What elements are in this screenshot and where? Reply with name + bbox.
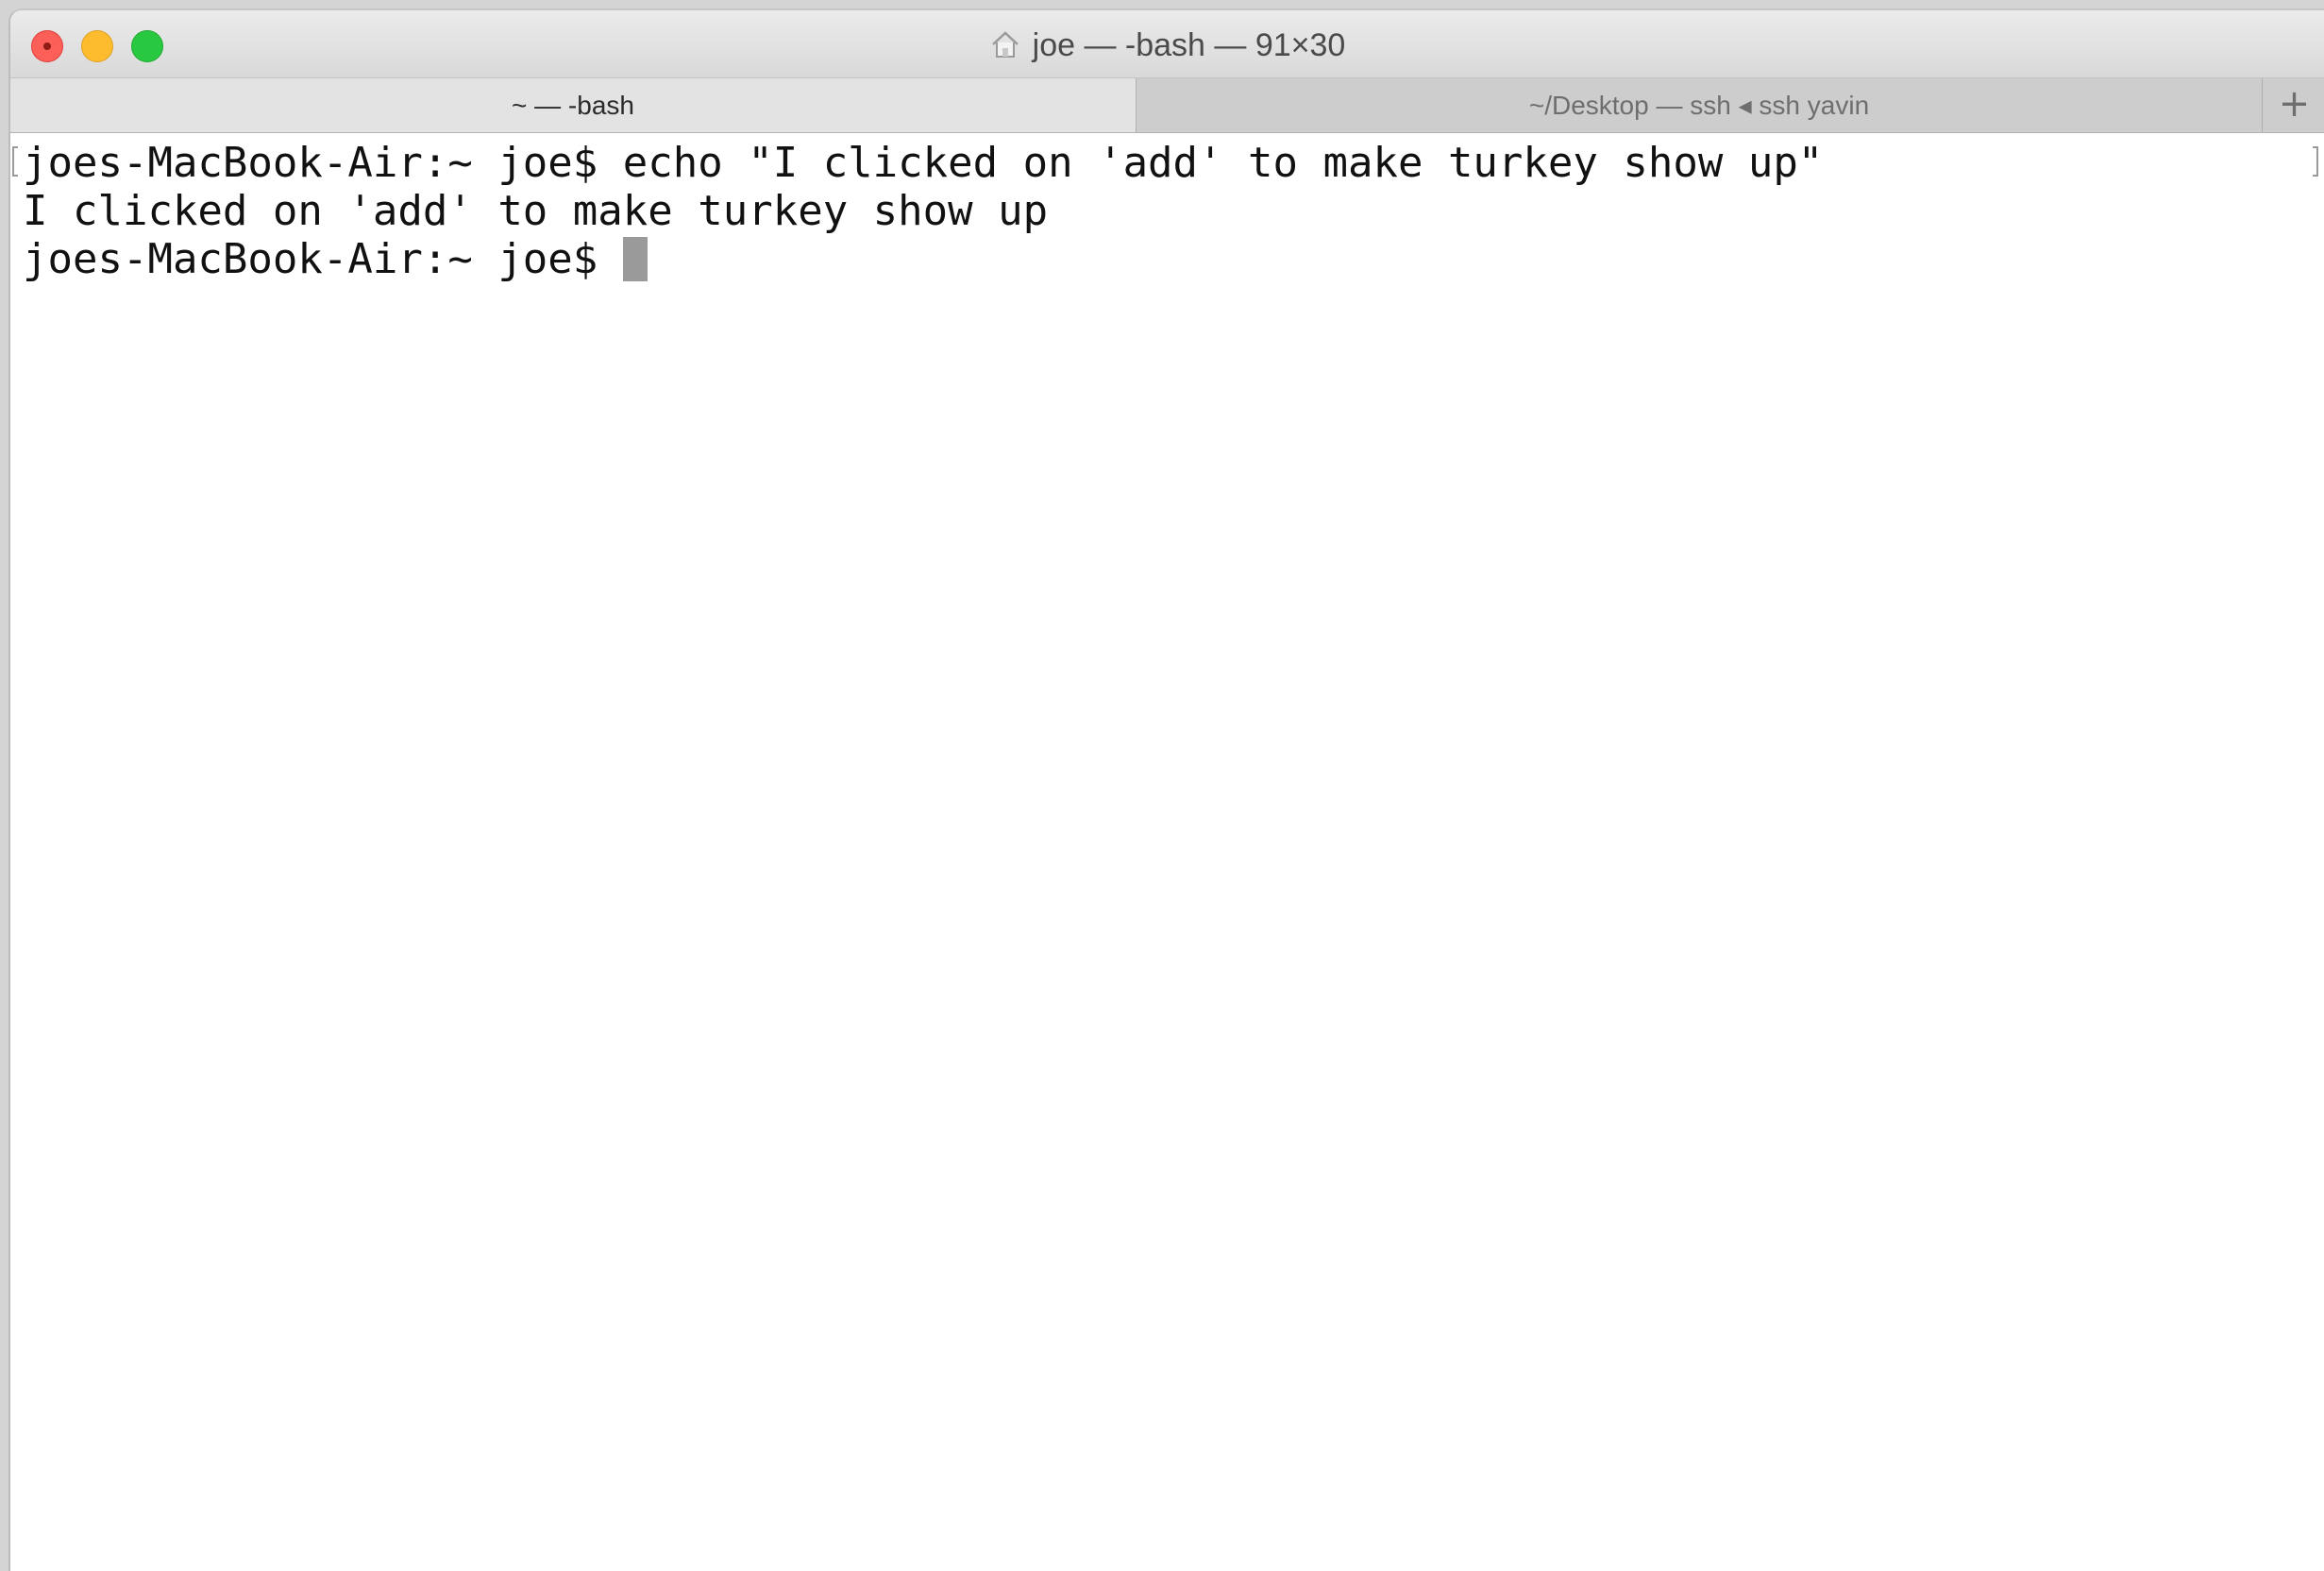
title-bar[interactable]: joe — -bash — 91×30 <box>10 10 2324 78</box>
window-title-text: joe — -bash — 91×30 <box>1032 27 1346 63</box>
new-tab-button[interactable]: + <box>2263 78 2324 132</box>
text-cursor <box>622 237 648 281</box>
terminal-window: joe — -bash — 91×30 ~ — -bash ~/Desktop … <box>8 8 2324 1571</box>
line-marker-left <box>12 146 18 177</box>
terminal-line-prompt: joes-MacBook-Air:~ joe$ <box>23 235 2324 283</box>
terminal-line-command: joes-MacBook-Air:~ joe$ echo "I clicked … <box>23 139 1824 187</box>
prompt-text: joes-MacBook-Air:~ joe$ <box>23 235 623 283</box>
tab-ssh-yavin[interactable]: ~/Desktop — ssh ◂ ssh yavin <box>1137 78 2263 132</box>
tab-bar: ~ — -bash ~/Desktop — ssh ◂ ssh yavin + <box>10 78 2324 133</box>
window-title: joe — -bash — 91×30 <box>10 27 2324 68</box>
terminal-output[interactable]: joes-MacBook-Air:~ joe$ echo "I clicked … <box>10 133 2324 1571</box>
plus-icon: + <box>2278 82 2311 126</box>
tab-label: ~/Desktop — ssh ◂ ssh yavin <box>1528 91 1870 120</box>
home-icon <box>989 29 1021 68</box>
tab-bash[interactable]: ~ — -bash <box>10 78 1137 132</box>
line-marker-right <box>2313 146 2318 177</box>
tab-label: ~ — -bash <box>512 91 634 120</box>
terminal-line-output: I clicked on 'add' to make turkey show u… <box>23 187 1049 235</box>
